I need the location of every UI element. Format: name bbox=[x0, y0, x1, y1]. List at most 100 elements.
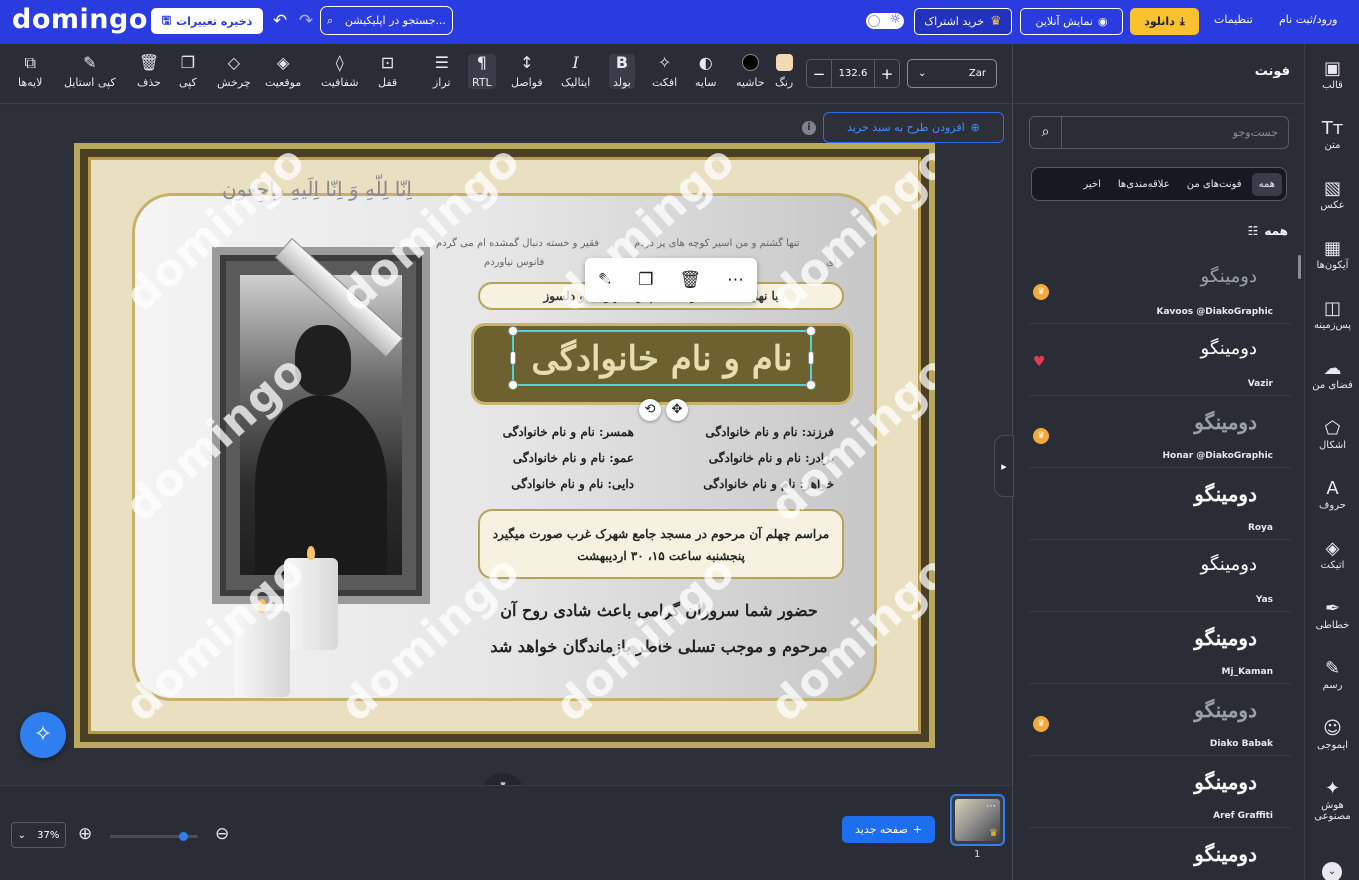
closing-line-1[interactable]: حضور شما سروران گرامی باعث شادی روح آن bbox=[484, 601, 834, 620]
sidebar-item[interactable]: A حروف bbox=[1305, 478, 1359, 511]
relative-uncle-maternal[interactable]: دایی: نام و نام خانوادگی bbox=[454, 471, 634, 497]
resize-handle[interactable] bbox=[508, 380, 518, 390]
new-page-button[interactable]: صفحه جدید + bbox=[842, 816, 935, 843]
closing-line-2[interactable]: مرحوم و موجب تسلی خاطر بازماندگان خواهد … bbox=[484, 637, 834, 656]
sidebar-item[interactable]: ◈ اتیکت bbox=[1305, 538, 1359, 571]
resize-handle[interactable] bbox=[806, 326, 816, 336]
opacity-tool[interactable]: ◊ شفافیت bbox=[321, 54, 359, 90]
poem-line-2-left[interactable]: فانوس نیاوردم bbox=[484, 257, 544, 268]
resize-handle[interactable] bbox=[808, 351, 814, 365]
position-tool[interactable]: ◈ موقعیت bbox=[265, 54, 301, 90]
candle-large[interactable] bbox=[284, 546, 338, 650]
sidebar-item[interactable]: ✒ خطاطی bbox=[1305, 598, 1359, 631]
sidebar-item[interactable]: Tт متن bbox=[1305, 118, 1359, 151]
redo-icon[interactable]: ↷ bbox=[295, 10, 317, 32]
font-list-item[interactable]: دومینگو Mj_Kaman bbox=[1029, 612, 1291, 684]
sidebar-item[interactable]: ▦ آیکون‌ها bbox=[1305, 238, 1359, 271]
spacing-tool[interactable]: ↕ فواصل bbox=[511, 54, 543, 90]
font-size-value[interactable]: 132.6 bbox=[831, 60, 875, 87]
logo[interactable]: domingo bbox=[12, 4, 148, 35]
font-list-item[interactable]: دومینگو Diako Babak ♛ bbox=[1029, 684, 1291, 756]
font-list-item[interactable]: دومینگو bbox=[1029, 828, 1291, 880]
scrollbar[interactable] bbox=[1298, 255, 1301, 279]
italic-tool[interactable]: I ایتالیک bbox=[561, 54, 590, 90]
relative-sister[interactable]: خواهر: نام و نام خانوادگی bbox=[654, 471, 834, 497]
theme-toggle[interactable]: ☼ bbox=[866, 12, 904, 29]
zoom-select[interactable]: ⌄ 37% bbox=[11, 822, 66, 848]
tab-all[interactable]: همه bbox=[1251, 172, 1282, 196]
font-list-item[interactable]: دومینگو Honar @DiakoGraphic ♛ bbox=[1029, 396, 1291, 468]
subscribe-button[interactable]: خرید اشتراک ♛ bbox=[914, 8, 1012, 35]
resize-handle[interactable] bbox=[510, 351, 516, 365]
panel-toggle[interactable]: ▸ bbox=[994, 435, 1014, 497]
heart-icon[interactable]: ♥ bbox=[1033, 354, 1046, 370]
relative-son[interactable]: فرزند: نام و نام خانوادگی bbox=[654, 419, 834, 445]
undo-icon[interactable]: ↶ bbox=[269, 10, 291, 32]
rotate-handle-icon[interactable]: ⟲ bbox=[639, 399, 661, 421]
rtl-tool[interactable]: ¶ RTL bbox=[468, 54, 496, 89]
sidebar-item[interactable]: ⬠ اشکال bbox=[1305, 418, 1359, 451]
minus-icon[interactable]: − bbox=[807, 65, 831, 83]
zoom-slider[interactable] bbox=[110, 832, 198, 841]
sidebar-item[interactable]: ◫ پس‌زمینه bbox=[1305, 298, 1359, 331]
move-handle-icon[interactable]: ✥ bbox=[666, 399, 688, 421]
duplicate-icon[interactable]: ❐ bbox=[638, 270, 653, 290]
font-size-stepper[interactable]: − 132.6 + bbox=[806, 59, 900, 88]
color-tool[interactable]: رنگ bbox=[775, 54, 793, 89]
relatives-left[interactable]: همسر: نام و نام خانوادگی عمو: نام و نام … bbox=[454, 419, 634, 497]
login-link[interactable]: ورود/ثبت نام bbox=[1279, 13, 1337, 26]
selection-box[interactable] bbox=[508, 326, 816, 390]
align-tool[interactable]: ☰ تراز bbox=[433, 54, 451, 90]
border-tool[interactable]: حاشیه bbox=[736, 54, 765, 89]
save-changes-button[interactable]: 🖫 ذخیره تغییرات bbox=[151, 8, 263, 34]
font-list-item[interactable]: دومینگو Yas bbox=[1029, 540, 1291, 612]
more-icon[interactable]: ⋯ bbox=[986, 801, 996, 812]
canvas-area[interactable]: i افزودن طرح به سبد خرید ⊕ اِنّا لِلّهِ … bbox=[0, 105, 1013, 785]
sidebar-item[interactable]: ☺ ایموجی bbox=[1305, 718, 1359, 751]
zoom-in-icon[interactable]: ⊕ bbox=[78, 824, 92, 844]
effect-tool[interactable]: ✧ افکت bbox=[652, 54, 677, 90]
edit-icon[interactable]: ✎ bbox=[598, 270, 612, 290]
add-to-cart-button[interactable]: افزودن طرح به سبد خرید ⊕ bbox=[823, 112, 1004, 143]
search-icon[interactable]: ⌕ bbox=[1030, 117, 1062, 148]
bold-tool[interactable]: B بولد bbox=[609, 54, 635, 89]
portrait-frame[interactable] bbox=[212, 247, 430, 604]
layers-tool[interactable]: ⧉ لایه‌ها bbox=[18, 54, 42, 90]
design-card[interactable]: اِنّا لِلّهِ وَ اِنّا اِلَیهِ راجِعون تن… bbox=[74, 143, 935, 748]
ceremony-line-1[interactable]: مراسم چهلم آن مرحوم در مسجد جامع شهرک غر… bbox=[480, 523, 842, 545]
relative-uncle-paternal[interactable]: عمو: نام و نام خانوادگی bbox=[454, 445, 634, 471]
delete-tool[interactable]: 🗑 حذف bbox=[137, 54, 161, 90]
font-list-item[interactable]: دومینگو Kavoos @DiakoGraphic ♛ bbox=[1029, 252, 1291, 324]
calligraphy-text[interactable]: اِنّا لِلّهِ وَ اِنّا اِلَیهِ راجِعون bbox=[222, 177, 412, 201]
resize-handle[interactable] bbox=[508, 326, 518, 336]
font-list-item[interactable]: دومینگو Vazir ♥ bbox=[1029, 324, 1291, 396]
sidebar-item[interactable]: ✎ رسم bbox=[1305, 658, 1359, 691]
magic-wand-button[interactable]: ✧ bbox=[20, 712, 66, 758]
sidebar-item[interactable]: ✦ هوش مصنوعی bbox=[1305, 778, 1359, 822]
poem-line-2-right[interactable]: ای bbox=[826, 257, 837, 268]
trash-icon[interactable]: 🗑 bbox=[679, 270, 701, 290]
ceremony-banner[interactable]: مراسم چهلم آن مرحوم در مسجد جامع شهرک غر… bbox=[478, 509, 844, 579]
info-icon[interactable]: i bbox=[802, 121, 816, 135]
settings-link[interactable]: تنظیمات bbox=[1214, 13, 1253, 26]
relative-brother[interactable]: برادر: نام و نام خانوادگی bbox=[654, 445, 834, 471]
candle-small[interactable] bbox=[234, 599, 290, 697]
resize-handle[interactable] bbox=[806, 380, 816, 390]
app-search-input[interactable]: ⌕ جستجو در اپلیکیشن... bbox=[320, 6, 453, 35]
poem-line-1-right[interactable]: تنها گشتم و من اسیر کوچه های پر دردم bbox=[634, 238, 800, 249]
rotate-tool[interactable]: ◇ چرخش bbox=[217, 54, 251, 90]
online-preview-button[interactable]: نمایش آنلاین ◉ bbox=[1020, 8, 1123, 35]
font-list-item[interactable]: دومینگو Aref Graffiti bbox=[1029, 756, 1291, 828]
zoom-out-icon[interactable]: ⊖ bbox=[215, 824, 229, 844]
download-button[interactable]: دانلود ⤓ bbox=[1130, 8, 1199, 35]
tab-recent[interactable]: اخیر bbox=[1076, 173, 1108, 196]
relative-spouse[interactable]: همسر: نام و نام خانوادگی bbox=[454, 419, 634, 445]
ceremony-line-2[interactable]: پنجشنبه ساعت ۱۵، ۳۰ اردیبهشت bbox=[480, 545, 842, 567]
poem-line-1-left[interactable]: فقیر و خسته دنبال گمشده ام می گردم bbox=[436, 238, 599, 249]
lock-tool[interactable]: ⊡ قفل bbox=[378, 54, 397, 90]
font-family-select[interactable]: ⌄ Zar bbox=[907, 59, 997, 88]
sidebar-item[interactable]: ☁ فضای من bbox=[1305, 358, 1359, 391]
plus-icon[interactable]: + bbox=[875, 65, 899, 83]
zoom-slider-knob[interactable] bbox=[179, 832, 188, 841]
more-icon[interactable]: ⋯ bbox=[727, 270, 744, 290]
